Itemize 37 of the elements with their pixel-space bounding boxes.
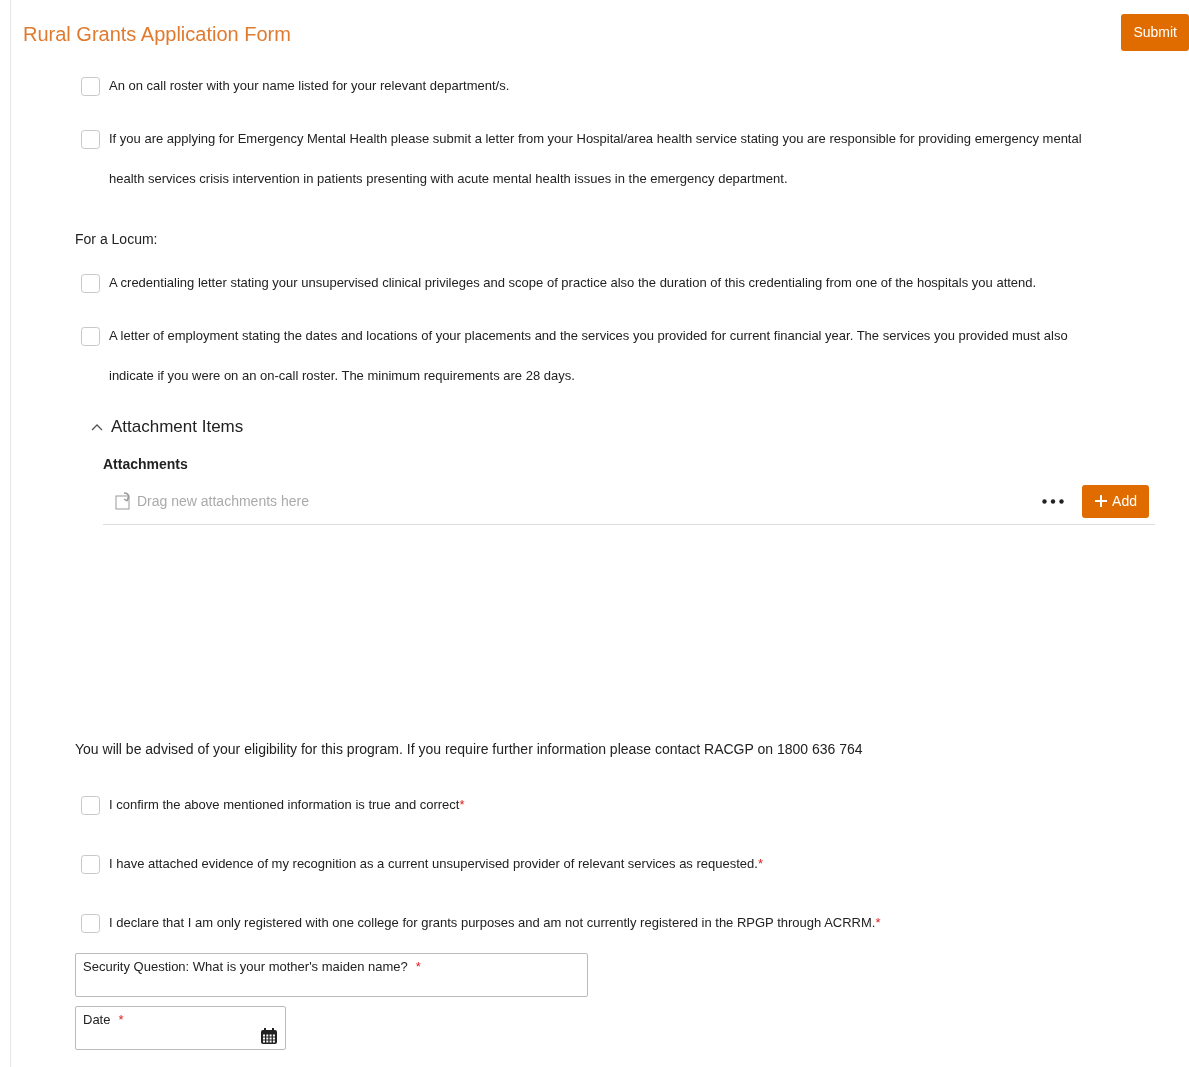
checkbox-label: A credentialing letter stating your unsupervised clinical privileges and scope of practice also the duration of this credentialing from one of the hospitals you attend. — [109, 274, 1037, 292]
more-options-icon[interactable] — [1042, 498, 1065, 504]
form-title: Rural Grants Application Form — [23, 22, 291, 47]
section-label: For a Locum: — [74, 230, 159, 249]
date-field[interactable]: Date * — [75, 1005, 286, 1050]
checkbox[interactable] — [81, 327, 100, 346]
required-mark: * — [875, 914, 881, 930]
checkbox-label: An on call roster with your name listed for your relevant department/s. — [109, 77, 510, 95]
checkbox[interactable] — [81, 854, 100, 874]
section-title: Attachment Items — [111, 416, 244, 438]
checkbox-label: If you are applying for Emergency Mental Health please submit a letter from your Hospital/area health service stating you are responsible for providing emergency mental health services crisis intervention in patients presenting with acute mental health issues in the emergency department. — [109, 130, 1083, 188]
attachments-label: Attachments — [103, 454, 189, 474]
field-label: Date * — [83, 1010, 125, 1029]
checkbox-label: A letter of employment stating the dates and locations of your placements and the services you provided for current financial year. The services you provided must also indicate if you were on an on-call roster. The minimum requirements are 28 days. — [109, 327, 1069, 385]
drop-zone[interactable]: Drag new attachments here Add — [103, 484, 1155, 525]
checkbox-label: I declare that I am only registered with one college for grants purposes and am not currently registered in the RPGP through ACRRM.* — [109, 913, 881, 932]
collapse-chevron-icon[interactable] — [91, 422, 103, 431]
checkbox[interactable] — [81, 913, 100, 933]
required-mark: * — [459, 796, 465, 812]
checkbox-label: I confirm the above mentioned information is true and correct* — [109, 795, 465, 814]
drop-hint: Drag new attachments here — [137, 491, 309, 511]
info-text: You will be advised of your eligibility for this program. If you require further information please contact RACGP on 1800 636 764 — [74, 739, 864, 759]
checkbox-label: I have attached evidence of my recognition as a current unsupervised provider of relevant services as requested.* — [109, 854, 763, 873]
checkbox[interactable] — [81, 274, 100, 293]
required-mark: * — [118, 1011, 124, 1027]
plus-icon — [1094, 494, 1109, 508]
checkbox[interactable] — [81, 77, 100, 96]
drop-icon — [115, 492, 133, 510]
field-label: Security Question: What is your mother's maiden name? * — [83, 957, 422, 976]
checkbox[interactable] — [81, 795, 100, 815]
text-field[interactable]: Security Question: What is your mother's maiden name? * — [75, 952, 588, 997]
add-button[interactable]: Add — [1082, 484, 1149, 518]
required-mark: * — [757, 855, 763, 871]
calendar-icon[interactable] — [260, 1027, 278, 1045]
checkbox[interactable] — [81, 130, 100, 149]
submit-button[interactable]: Submit — [1121, 14, 1189, 51]
required-mark: * — [415, 958, 421, 974]
